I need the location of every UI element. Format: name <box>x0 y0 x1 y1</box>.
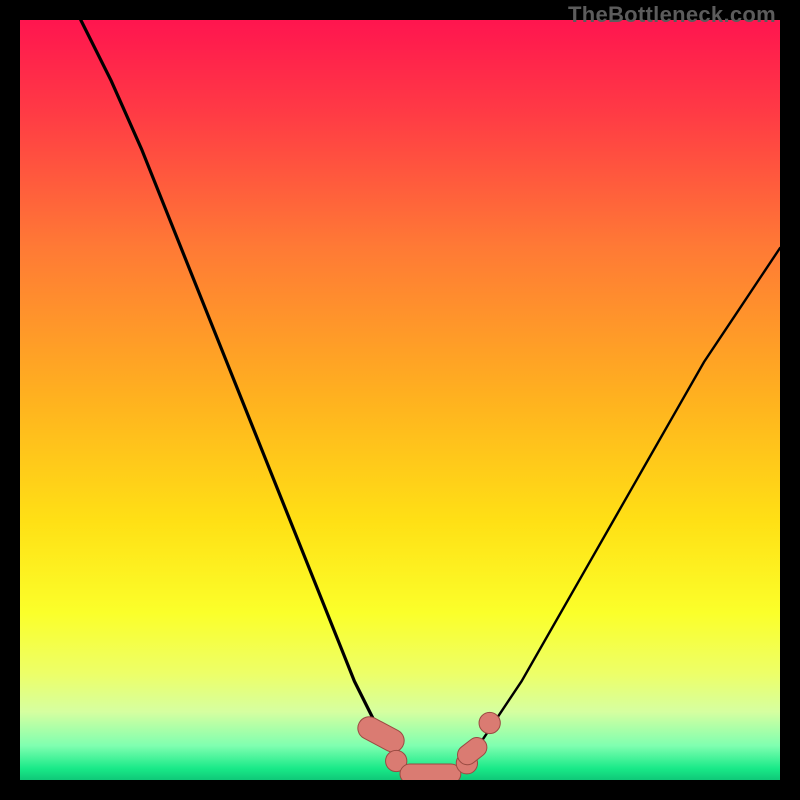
marker-pill-2 <box>400 764 461 780</box>
series-group <box>81 20 780 780</box>
chart-frame: TheBottleneck.com <box>0 0 800 800</box>
marker-dot-5 <box>479 712 500 733</box>
curve-right-branch <box>446 248 780 780</box>
watermark-text: TheBottleneck.com <box>568 2 776 28</box>
marker-pill-0 <box>354 713 408 756</box>
plot-area <box>20 20 780 780</box>
curve-left-branch <box>81 20 415 780</box>
chart-svg <box>20 20 780 780</box>
marker-group <box>354 712 500 780</box>
